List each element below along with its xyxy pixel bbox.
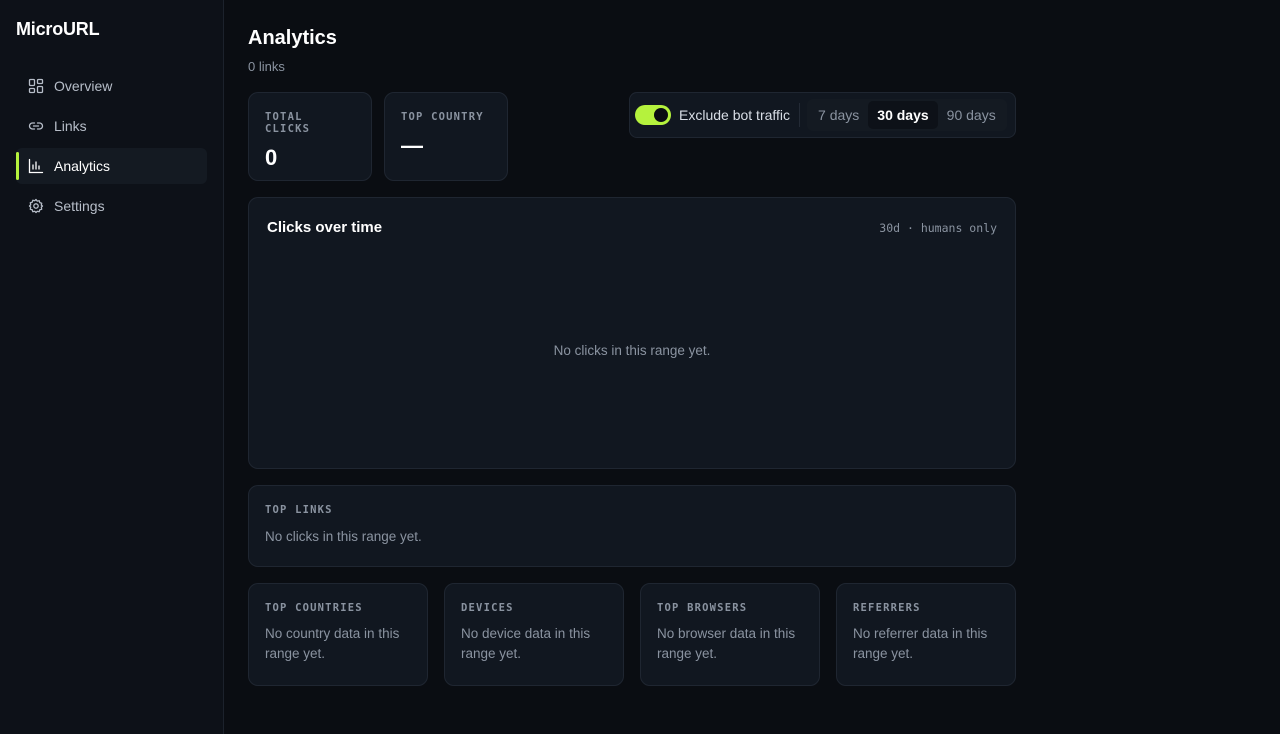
sidebar-item-links[interactable]: Links [16, 108, 207, 144]
gear-icon [28, 198, 44, 214]
toggle-knob [654, 108, 668, 122]
panel-label: Referrers [853, 602, 921, 614]
panel-label: Devices [461, 602, 514, 614]
stat-label: Top country [401, 111, 484, 123]
panel-empty-message: No referrer data in this range yet. [853, 626, 988, 661]
panel-empty-message: No device data in this range yet. [461, 626, 591, 661]
top-links-empty-message: No clicks in this range yet. [265, 529, 422, 544]
exclude-bots-toggle[interactable] [635, 105, 671, 125]
stat-card-top-country: Top country — [384, 92, 508, 181]
top-links-label: Top links [265, 504, 333, 516]
stat-value: — [401, 133, 423, 158]
referrers-card: Referrers No referrer data in this range… [836, 583, 1016, 686]
stat-card-total-clicks: Total clicks 0 [248, 92, 372, 181]
sidebar-item-overview[interactable]: Overview [16, 68, 207, 104]
stat-value: 0 [265, 145, 278, 170]
panel-empty-message: No browser data in this range yet. [657, 626, 796, 661]
sidebar-item-analytics[interactable]: Analytics [16, 148, 207, 184]
link-count: 0 links [248, 59, 285, 74]
chart-empty-message: No clicks in this range yet. [553, 343, 711, 358]
range-90-days-button[interactable]: 90 days [938, 101, 1005, 129]
range-30-days-button[interactable]: 30 days [868, 101, 938, 129]
exclude-bots-label[interactable]: Exclude bot traffic [679, 107, 790, 123]
sidebar-item-label: Links [54, 118, 87, 134]
bar-chart-icon [28, 158, 44, 174]
chart-meta: 30d · humans only [879, 221, 997, 235]
clicks-over-time-card: Clicks over time 30d · humans only No cl… [248, 197, 1016, 469]
panel-label: Top countries [265, 602, 363, 614]
range-7-days-button[interactable]: 7 days [809, 101, 868, 129]
stat-label: Total clicks [265, 111, 311, 135]
top-links-card: Top links No clicks in this range yet. [248, 485, 1016, 567]
sidebar: MicroURL Overview Links Analytics Settin… [0, 0, 224, 734]
sidebar-nav: Overview Links Analytics Settings [16, 68, 207, 228]
link-icon [28, 118, 44, 134]
top-countries-card: Top countries No country data in this ra… [248, 583, 428, 686]
sidebar-item-label: Analytics [54, 158, 111, 174]
sidebar-item-settings[interactable]: Settings [16, 188, 207, 224]
grid-icon [28, 78, 44, 94]
chart-title: Clicks over time [267, 219, 383, 236]
filter-controls: Exclude bot traffic 7 days 30 days 90 da… [629, 92, 1016, 138]
panel-empty-message: No country data in this range yet. [265, 626, 400, 661]
sidebar-item-label: Overview [54, 78, 113, 94]
sidebar-item-label: Settings [54, 198, 105, 214]
top-browsers-card: Top browsers No browser data in this ran… [640, 583, 820, 686]
panel-label: Top browsers [657, 602, 748, 614]
page-title: Analytics [248, 27, 337, 49]
app-logo[interactable]: MicroURL [16, 19, 100, 40]
devices-card: Devices No device data in this range yet… [444, 583, 624, 686]
date-range-selector: 7 days 30 days 90 days [807, 99, 1007, 131]
divider [799, 103, 801, 127]
